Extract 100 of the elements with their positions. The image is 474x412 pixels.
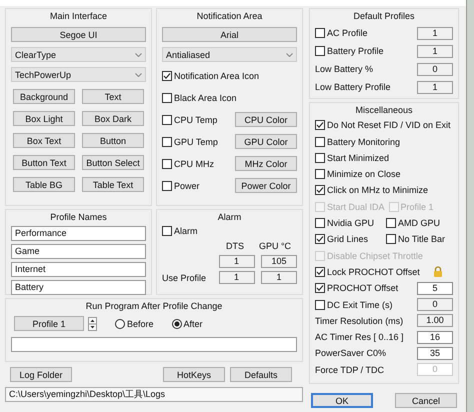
dropdown[interactable]: Antialiased (162, 47, 297, 62)
group-title: Main Interface (50, 11, 108, 22)
profile-name-field[interactable]: Performance (11, 226, 146, 241)
checkbox-label: Disable Chipset Throttle (327, 250, 423, 261)
font-button[interactable]: Segoe UI (11, 27, 146, 42)
group-title: Alarm (218, 212, 242, 223)
checkbox[interactable] (315, 152, 325, 163)
column-header: DTS (225, 240, 245, 250)
value-box[interactable]: 1 (417, 44, 453, 58)
radio-button[interactable] (172, 318, 182, 328)
chevron-icon (135, 52, 142, 56)
color-button[interactable]: Text (82, 89, 144, 104)
color-button[interactable]: MHz Color (235, 156, 297, 171)
value-box[interactable]: 1 (218, 255, 254, 268)
checkbox[interactable] (315, 46, 325, 56)
checkbox[interactable] (162, 226, 172, 236)
checkbox-label: Black Area Icon (174, 92, 237, 102)
checkbox-label: Click on MHz to Minimize (327, 185, 428, 196)
value-box[interactable]: 35 (417, 346, 453, 360)
color-button[interactable]: Power Color (235, 178, 297, 193)
checkbox[interactable] (162, 70, 172, 80)
checkbox[interactable] (162, 180, 172, 190)
group-title: Profile Names (50, 212, 107, 223)
value-box[interactable]: 105 (261, 255, 297, 268)
radio-label: Before (127, 318, 154, 328)
color-button[interactable]: Button Text (13, 155, 75, 170)
setting-label: Low Battery Profile (315, 82, 391, 92)
checkbox-label: Do Not Reset FID / VID on Exit (327, 120, 451, 130)
color-button[interactable]: Box Light (13, 111, 75, 126)
checkbox-label: AC Profile (327, 28, 368, 38)
chevron-icon (135, 72, 142, 76)
value-box[interactable]: 1 (218, 271, 254, 284)
value-box[interactable]: 1 (261, 271, 297, 284)
command-field[interactable] (11, 337, 297, 352)
action-button[interactable]: Defaults (230, 367, 292, 382)
checkbox-label: No Title Bar (398, 234, 446, 244)
checkbox[interactable] (315, 300, 325, 310)
chevron-icon (286, 52, 293, 56)
action-button[interactable]: HotKeys (163, 367, 225, 382)
dialog-button[interactable]: OK (311, 393, 373, 408)
checkbox[interactable] (162, 158, 172, 168)
checkbox-label: AMD GPU (398, 218, 440, 228)
font-button[interactable]: Arial (162, 27, 297, 42)
dropdown[interactable]: TechPowerUp (11, 67, 146, 82)
profile-name-field[interactable]: Battery (11, 280, 146, 295)
checkbox[interactable] (162, 114, 172, 124)
checkbox-label: CPU MHz (174, 158, 214, 168)
profile-name-field[interactable]: Game (11, 244, 146, 259)
value-box[interactable]: 1 (417, 80, 453, 94)
color-button[interactable]: Button Select (82, 155, 144, 170)
checkbox[interactable] (315, 136, 325, 147)
value-box[interactable]: 0 (417, 298, 453, 312)
value-box[interactable]: 1 (417, 26, 453, 40)
action-button[interactable]: Log Folder (10, 367, 72, 382)
setting-label: Low Battery % (315, 64, 374, 74)
setting-label: AC Timer Res [ 0..16 ] (315, 332, 404, 342)
checkbox-label: Start Minimized (327, 152, 390, 163)
color-button[interactable]: Table BG (13, 177, 75, 192)
checkbox[interactable] (315, 218, 325, 228)
setting-label: PowerSaver C0% (315, 348, 386, 358)
group-title: Miscellaneous (355, 105, 413, 116)
checkbox-label: DC Exit Time (s) (327, 300, 393, 310)
value-box[interactable]: 5 (417, 282, 453, 295)
group-title: Default Profiles (353, 11, 415, 22)
dialog-button[interactable]: Cancel (395, 393, 457, 408)
color-button[interactable]: Box Text (13, 133, 75, 148)
profile-button[interactable]: Profile 1 (14, 316, 84, 331)
color-button[interactable]: Table Text (82, 177, 144, 192)
value-box[interactable]: 0 (417, 62, 453, 76)
value-box[interactable]: 1.00 (417, 314, 453, 328)
checkbox[interactable] (315, 283, 325, 294)
checkbox[interactable] (315, 266, 325, 277)
checkbox-label: Notification Area Icon (174, 70, 260, 80)
checkbox[interactable] (162, 136, 172, 146)
checkbox[interactable] (315, 169, 325, 180)
log-path-field[interactable]: C:\Users\yemingzhi\Desktop\工具\Logs (5, 387, 303, 402)
value-box[interactable]: 16 (417, 330, 453, 344)
dropdown[interactable]: ClearType (11, 47, 146, 62)
spinner-icon[interactable] (88, 316, 97, 330)
radio-button[interactable] (115, 318, 125, 328)
checkbox[interactable] (386, 234, 396, 244)
checkbox-label: Power (174, 180, 200, 190)
checkbox[interactable] (315, 120, 325, 130)
checkbox-label: Alarm (174, 226, 198, 236)
checkbox[interactable] (315, 185, 325, 196)
checkbox[interactable] (315, 28, 325, 38)
profile-name-field[interactable]: Internet (11, 262, 146, 277)
column-header: GPU °C (258, 240, 292, 250)
checkbox[interactable] (315, 234, 325, 244)
color-button[interactable]: Background (13, 89, 75, 104)
color-button[interactable]: CPU Color (235, 112, 297, 127)
checkbox-label: Nvidia GPU (327, 218, 374, 228)
color-button[interactable]: GPU Color (235, 134, 297, 149)
color-button[interactable]: Box Dark (82, 111, 144, 126)
checkbox-label: Grid Lines (327, 234, 368, 244)
checkbox[interactable] (162, 92, 172, 102)
checkbox-label: Battery Monitoring (327, 136, 400, 147)
setting-label: Timer Resolution (ms) (315, 316, 404, 326)
checkbox[interactable] (386, 218, 396, 228)
color-button[interactable]: Button (82, 133, 144, 148)
